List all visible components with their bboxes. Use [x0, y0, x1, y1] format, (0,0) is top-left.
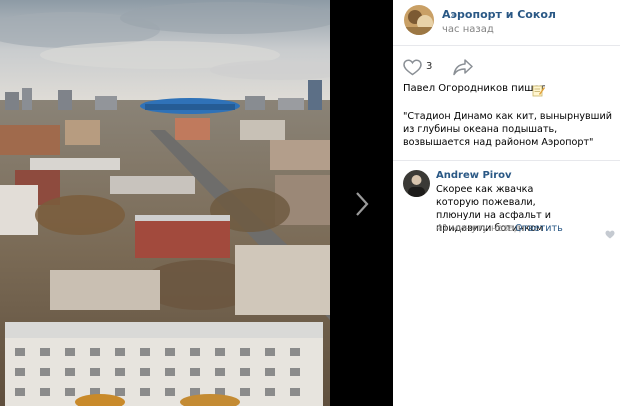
comment-author-avatar[interactable] — [403, 170, 430, 197]
caption-author-line: Павел Огородников пишет — [403, 83, 546, 94]
post-header: Аэропорт и Сокол час назад — [393, 0, 620, 45]
share-arrow-icon[interactable] — [453, 58, 473, 76]
city-aerial-photo — [0, 0, 330, 406]
divider — [393, 160, 620, 161]
small-heart-icon[interactable] — [605, 224, 615, 239]
viewer-nav-strip — [330, 0, 393, 406]
memo-pencil-icon — [532, 82, 545, 97]
post-caption: "Стадион Динамо как кит, вынырнувший из … — [403, 111, 612, 148]
heart-outline-icon[interactable] — [403, 59, 422, 76]
comment-author-name[interactable]: Andrew Pirov — [436, 170, 512, 181]
comment-time[interactable]: 41 минуту назад — [436, 223, 521, 234]
post-time[interactable]: час назад — [442, 24, 494, 35]
group-name-link[interactable]: Аэропорт и Сокол — [442, 8, 556, 21]
like-count: 3 — [426, 61, 433, 72]
post-side-panel: Аэропорт и Сокол час назад 3 Павел Огоро… — [393, 0, 620, 406]
chevron-right-icon[interactable] — [352, 190, 372, 218]
photo[interactable] — [0, 0, 330, 406]
group-avatar[interactable] — [404, 5, 434, 35]
reply-button[interactable]: Ответить — [515, 223, 563, 234]
divider — [393, 45, 620, 46]
